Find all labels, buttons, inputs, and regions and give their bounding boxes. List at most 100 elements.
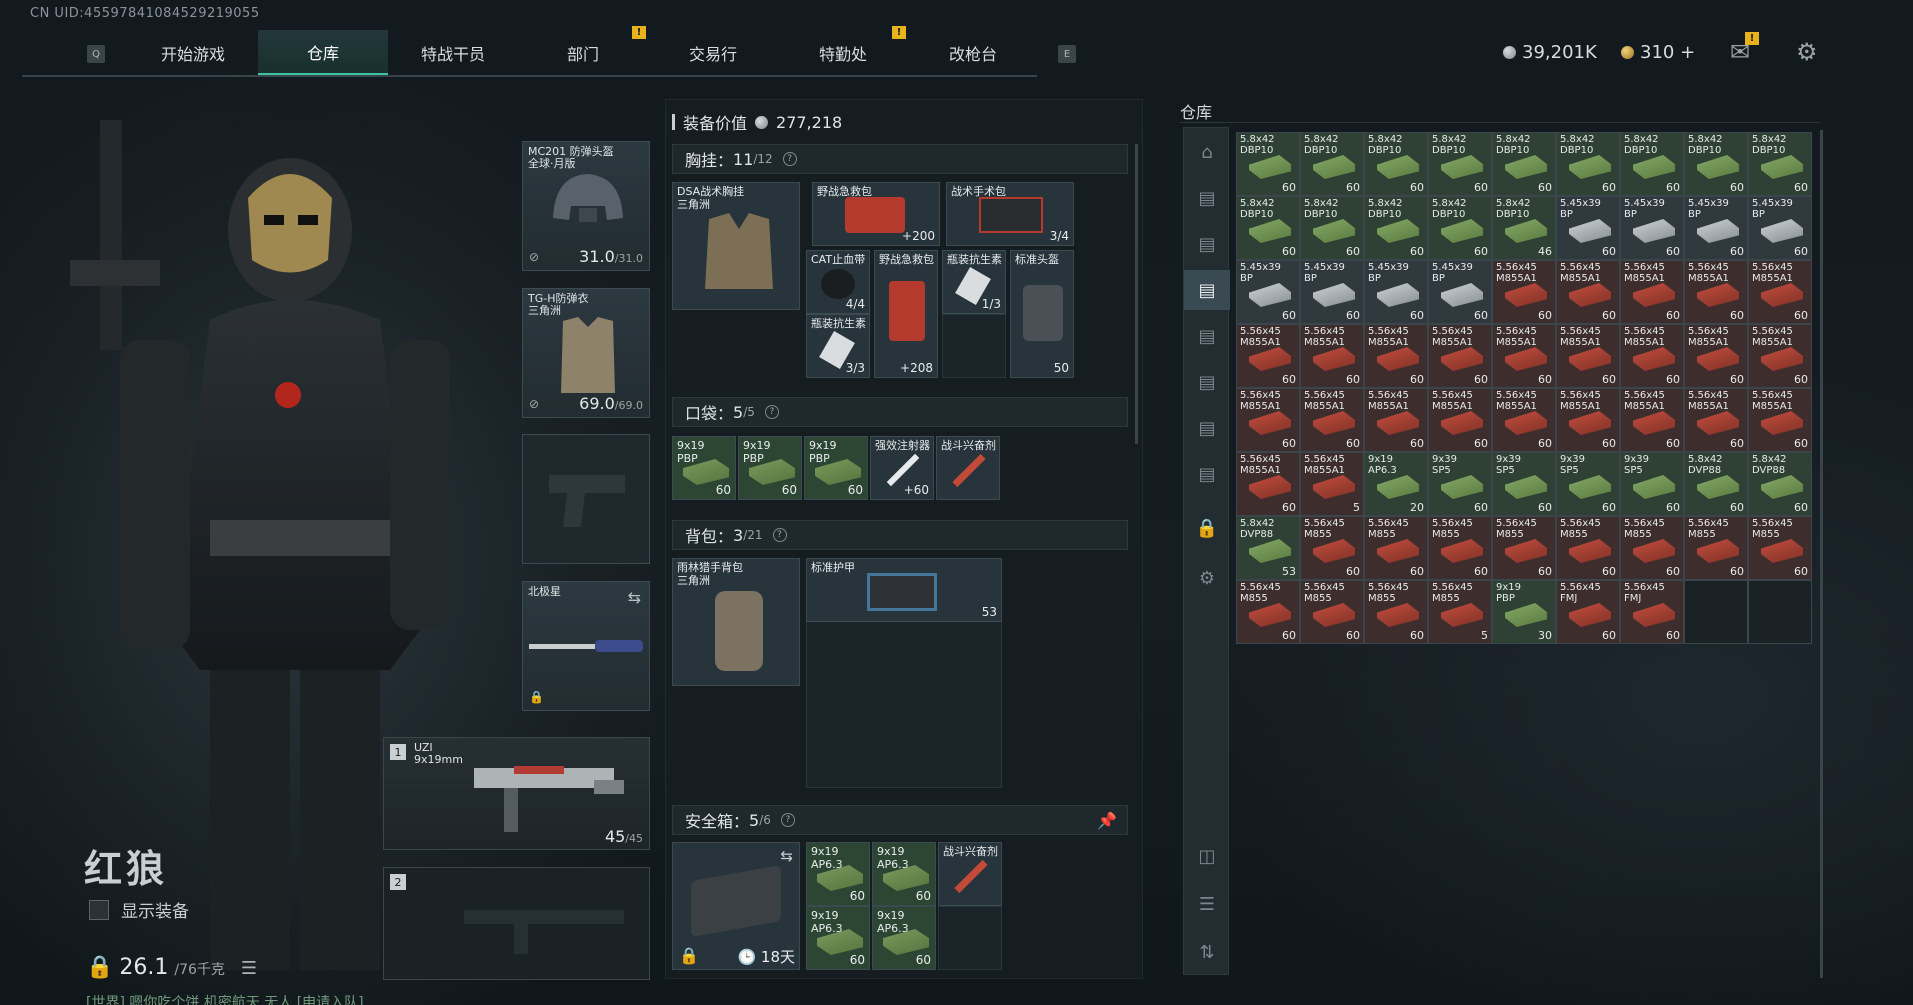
storage-ammo-cell[interactable]: 5.45x39 BP 60: [1236, 260, 1300, 324]
ammo-item[interactable]: 9x19 PBP 60: [672, 436, 736, 500]
ammo-item[interactable]: 9x19 AP6.3 60: [872, 842, 936, 906]
stimulant-item[interactable]: 战斗兴奋剂: [938, 842, 1002, 906]
storage-scrollbar[interactable]: [1820, 130, 1823, 978]
storage-ammo-cell[interactable]: 5.56x45 M855A1 60: [1300, 388, 1364, 452]
storage-ammo-cell[interactable]: 5.56x45 M855A1 60: [1556, 324, 1620, 388]
storage-ammo-cell[interactable]: 5.56x45 M855A1 60: [1428, 324, 1492, 388]
tab-market[interactable]: 交易行: [648, 30, 778, 76]
storage-ammo-cell[interactable]: 5.56x45 M855 60: [1492, 516, 1556, 580]
tab-department[interactable]: 部门: [518, 30, 648, 76]
storage-ammo-cell[interactable]: 5.8x42 DBP10 60: [1364, 196, 1428, 260]
gear-icon[interactable]: ⚙: [1184, 558, 1230, 598]
tab-operators[interactable]: 特战干员: [388, 30, 518, 76]
storage-ammo-cell[interactable]: 5.56x45 M855A1 60: [1620, 388, 1684, 452]
storage-ammo-cell[interactable]: 9x39 SP5 60: [1492, 452, 1556, 516]
scrollbar[interactable]: [1135, 144, 1138, 444]
storage-ammo-cell[interactable]: 5.56x45 M855 60: [1300, 580, 1364, 644]
storage-ammo-cell[interactable]: 5.56x45 M855A1 5: [1300, 452, 1364, 516]
antibiotic-item[interactable]: 瓶装抗生素 1/3: [942, 250, 1006, 314]
storage-ammo-cell[interactable]: 5.45x39 BP 60: [1684, 196, 1748, 260]
storage-ammo-cell[interactable]: 5.56x45 M855A1 60: [1300, 324, 1364, 388]
storage-ammo-cell[interactable]: 5.56x45 FMJ 60: [1620, 580, 1684, 644]
storage-ammo-cell[interactable]: 5.8x42 DBP10 60: [1556, 132, 1620, 196]
swap-icon[interactable]: ⇆: [628, 588, 641, 607]
show-equipment-checkbox[interactable]: [89, 899, 109, 920]
storage-ammo-cell[interactable]: 5.56x45 M855 60: [1236, 580, 1300, 644]
storage-ammo-cell[interactable]: 5.45x39 BP 60: [1364, 260, 1428, 324]
melee-slot[interactable]: 北极星 ⇆ 🔒: [522, 581, 650, 711]
storage-ammo-cell[interactable]: 5.56x45 M855 60: [1364, 580, 1428, 644]
helmet-slot[interactable]: MC201 防弹头盔 全球·月版 ⊘ 31.0/31.0: [522, 141, 650, 271]
storage-ammo-cell[interactable]: 5.8x42 DVP88 60: [1684, 452, 1748, 516]
tab-warehouse[interactable]: 仓库: [258, 30, 388, 76]
stimulant-item[interactable]: 战斗兴奋剂: [936, 436, 1000, 500]
storage-ammo-cell[interactable]: 5.56x45 M855A1 60: [1556, 388, 1620, 452]
storage-ammo-cell[interactable]: 5.56x45 M855 60: [1684, 516, 1748, 580]
storage-ammo-cell[interactable]: 5.56x45 M855A1 60: [1748, 324, 1812, 388]
storage-ammo-cell[interactable]: 5.8x42 DVP88 53: [1236, 516, 1300, 580]
lock-icon[interactable]: 🔒: [1184, 508, 1230, 548]
storage-ammo-cell[interactable]: 5.56x45 M855A1 60: [1684, 324, 1748, 388]
storage-ammo-cell[interactable]: 5.56x45 M855 60: [1556, 516, 1620, 580]
ammo-item[interactable]: 9x19 AP6.3 60: [872, 906, 936, 970]
gold-currency[interactable]: 310 +: [1621, 42, 1695, 63]
storage-ammo-cell[interactable]: 5.45x39 BP 60: [1556, 196, 1620, 260]
armor-plate-item[interactable]: 标准护甲 53: [806, 558, 1002, 622]
ammo-item[interactable]: 9x19 PBP 60: [804, 436, 868, 500]
storage-page-1-icon[interactable]: ▤: [1184, 178, 1230, 218]
help-icon[interactable]: ?: [780, 813, 795, 827]
standard-helmet-item[interactable]: 标准头盔 50: [1010, 250, 1074, 378]
storage-ammo-cell[interactable]: 5.56x45 M855A1 60: [1556, 260, 1620, 324]
storage-ammo-cell[interactable]: 5.8x42 DBP10 60: [1620, 132, 1684, 196]
storage-ammo-cell[interactable]: 5.8x42 DBP10 60: [1300, 132, 1364, 196]
storage-page-7-icon[interactable]: ▤: [1184, 454, 1230, 494]
sort-icon[interactable]: ⇅: [1184, 932, 1230, 972]
storage-ammo-cell[interactable]: 5.56x45 M855A1 60: [1492, 388, 1556, 452]
pistol-slot[interactable]: [522, 434, 650, 564]
secondary-weapon-slot[interactable]: 2: [383, 867, 650, 980]
storage-page-2-icon[interactable]: ▤: [1184, 224, 1230, 264]
first-aid-item[interactable]: 野战急救包 +200: [812, 182, 940, 246]
swap-icon[interactable]: ⇆: [780, 847, 793, 865]
armor-slot[interactable]: TG-H防弹衣 三角洲 ⊘ 69.0/69.0: [522, 288, 650, 418]
storage-ammo-cell[interactable]: 5.8x42 DBP10 60: [1492, 132, 1556, 196]
storage-ammo-cell[interactable]: 5.56x45 M855 60: [1428, 516, 1492, 580]
storage-page-3-icon[interactable]: ▤: [1184, 270, 1230, 310]
list-icon[interactable]: ☰: [241, 958, 257, 979]
tab-gunsmith[interactable]: 改枪台: [908, 30, 1038, 76]
storage-ammo-cell[interactable]: 5.8x42 DBP10 46: [1492, 196, 1556, 260]
storage-ammo-cell[interactable]: 5.45x39 BP 60: [1428, 260, 1492, 324]
storage-ammo-cell[interactable]: 5.56x45 M855A1 60: [1236, 388, 1300, 452]
antibiotic-item[interactable]: 瓶装抗生素 3/3: [806, 314, 870, 378]
storage-ammo-cell[interactable]: 5.56x45 M855 60: [1748, 516, 1812, 580]
storage-ammo-cell[interactable]: 5.8x42 DBP10 60: [1236, 196, 1300, 260]
storage-ammo-cell[interactable]: 5.45x39 BP 60: [1620, 196, 1684, 260]
storage-ammo-cell[interactable]: 9x19 PBP 30: [1492, 580, 1556, 644]
storage-ammo-cell[interactable]: 5.56x45 M855 5: [1428, 580, 1492, 644]
first-aid-kit-item[interactable]: 野战急救包 +208: [874, 250, 938, 378]
storage-ammo-cell[interactable]: 5.56x45 M855A1 60: [1364, 324, 1428, 388]
empty-slot[interactable]: [942, 314, 1006, 378]
help-icon[interactable]: ?: [764, 405, 779, 419]
world-chat-line[interactable]: [世界] 嗯你吃个饼 机密航天 无人 [申请入队]: [86, 992, 364, 1005]
storage-ammo-cell[interactable]: 5.56x45 M855A1 60: [1684, 260, 1748, 324]
pin-icon[interactable]: 📌: [1097, 811, 1117, 830]
storage-ammo-cell[interactable]: 5.56x45 M855A1 60: [1684, 388, 1748, 452]
tab-start-game[interactable]: 开始游戏: [128, 30, 258, 76]
ammo-item[interactable]: 9x19 PBP 60: [738, 436, 802, 500]
storage-ammo-cell[interactable]: 5.45x39 BP 60: [1748, 196, 1812, 260]
tab-special-ops[interactable]: 特勤处: [778, 30, 908, 76]
storage-ammo-cell[interactable]: 5.56x45 M855A1 60: [1236, 452, 1300, 516]
storage-ammo-cell[interactable]: 5.56x45 M855A1 60: [1236, 324, 1300, 388]
storage-ammo-cell[interactable]: 9x39 SP5 60: [1556, 452, 1620, 516]
storage-ammo-cell[interactable]: 5.8x42 DBP10 60: [1684, 132, 1748, 196]
storage-page-4-icon[interactable]: ▤: [1184, 316, 1230, 356]
injector-item[interactable]: 强效注射器 +60: [870, 436, 934, 500]
storage-ammo-cell[interactable]: 5.8x42 DBP10 60: [1748, 132, 1812, 196]
storage-ammo-cell[interactable]: 5.56x45 M855A1 60: [1428, 388, 1492, 452]
storage-ammo-cell[interactable]: 5.8x42 DBP10 60: [1428, 132, 1492, 196]
storage-ammo-cell[interactable]: 5.56x45 M855A1 60: [1620, 324, 1684, 388]
container-icon[interactable]: ◫: [1184, 836, 1230, 876]
backpack-item[interactable]: 雨林猎手背包 三角洲: [672, 558, 800, 686]
storage-ammo-cell[interactable]: 5.45x39 BP 60: [1300, 260, 1364, 324]
